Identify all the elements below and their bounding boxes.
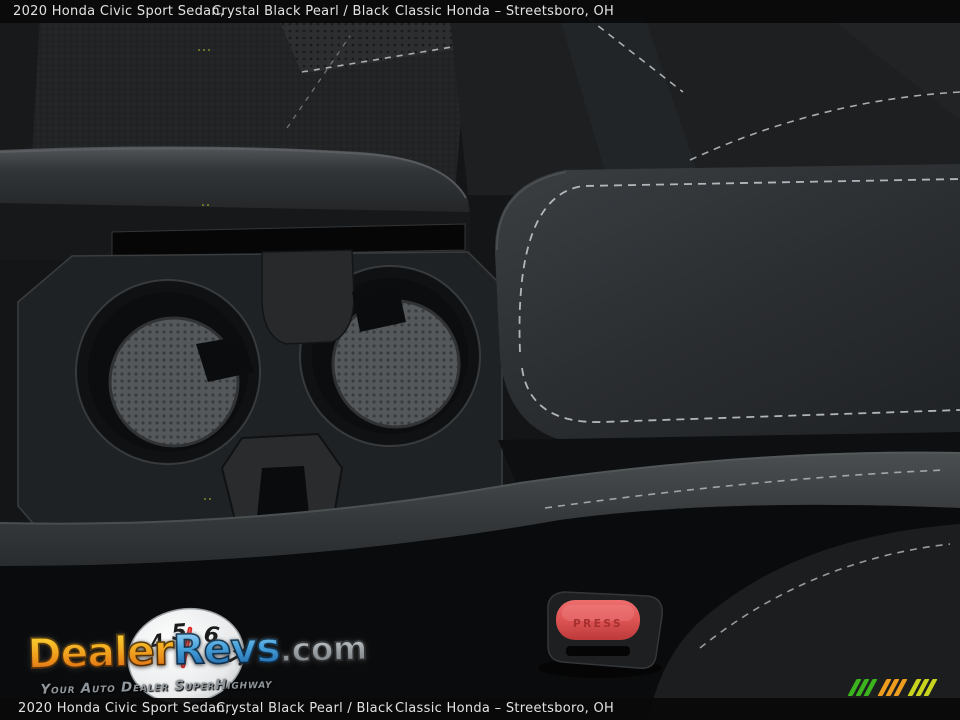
armrest-lid: [495, 164, 960, 445]
top-caption-bar: 2020 Honda Civic Sport Sedan, Crystal Bl…: [0, 0, 960, 23]
cup-divider: [262, 250, 354, 344]
logo-revs-text: Revs: [172, 623, 280, 674]
seatbelt-buckle: PRESS: [538, 592, 662, 678]
dealer-name: Classic Honda – Streetsboro, OH: [395, 698, 614, 720]
dealerrevs-watermark: DealerRevs.com Your Auto Dealer SuperHig…: [23, 626, 345, 714]
seatbelt-press-label: PRESS: [573, 618, 623, 630]
dealer-name: Classic Honda – Streetsboro, OH: [395, 0, 614, 23]
vehicle-title: 2020 Honda Civic Sport Sedan,: [13, 0, 224, 23]
logo-dealer-text: Dealer: [27, 626, 174, 678]
buckle-slot: [566, 646, 630, 656]
rev-marks-icon: [852, 679, 936, 696]
color-spec: Crystal Black Pearl / Black: [212, 0, 389, 23]
car-interior-photo: PRESS 4 5 6 7: [0, 0, 960, 720]
dealerrevs-logo: DealerRevs.com: [27, 625, 367, 675]
vehicle-photo: PRESS 4 5 6 7 2020 Honda Civic Sport Sed…: [0, 0, 960, 720]
watermark-tagline: Your Auto Dealer SuperHighway: [40, 676, 272, 698]
logo-tld-text: .com: [279, 628, 367, 669]
